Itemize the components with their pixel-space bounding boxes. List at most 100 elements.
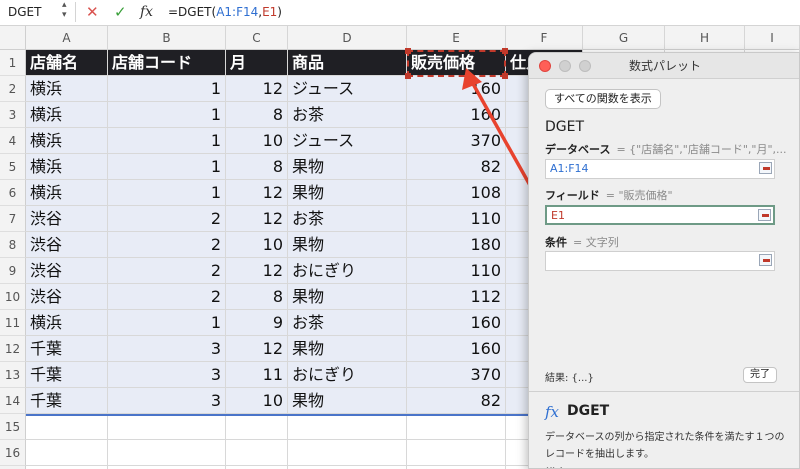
table-cell[interactable]: 82 [407,388,506,414]
table-cell[interactable]: 12 [226,180,288,206]
row-header-16[interactable]: 16 [0,440,26,466]
table-header-cell[interactable]: 販売価格 [407,50,506,76]
table-cell[interactable]: 2 [108,284,226,310]
table-cell[interactable]: 渋谷 [26,232,108,258]
show-all-functions-button[interactable]: すべての関数を表示 [545,89,661,109]
table-header-cell[interactable]: 店舗名 [26,50,108,76]
table-cell[interactable]: 横浜 [26,128,108,154]
done-button[interactable]: 完了 [743,367,777,383]
table-cell[interactable]: ジュース [288,128,407,154]
table-cell[interactable]: 1 [108,102,226,128]
row-header-15[interactable]: 15 [0,414,26,440]
row-header-4[interactable]: 4 [0,128,26,154]
table-cell[interactable]: 12 [226,336,288,362]
row-header-5[interactable]: 5 [0,154,26,180]
table-cell[interactable]: 180 [407,232,506,258]
table-cell[interactable]: 渋谷 [26,206,108,232]
table-cell[interactable]: 8 [226,102,288,128]
table-cell[interactable]: 8 [226,154,288,180]
table-cell[interactable]: 370 [407,362,506,388]
table-cell[interactable]: 果物 [288,284,407,310]
table-header-cell[interactable]: 店舗コード [108,50,226,76]
cell[interactable] [288,440,407,466]
cell[interactable] [407,440,506,466]
range-select-icon[interactable] [759,162,772,174]
table-cell[interactable]: 82 [407,154,506,180]
table-cell[interactable]: 1 [108,76,226,102]
field-field[interactable]: E1 [545,205,775,225]
row-header-9[interactable]: 9 [0,258,26,284]
cell[interactable] [108,440,226,466]
column-header-e[interactable]: E [407,26,506,50]
table-cell[interactable]: 果物 [288,388,407,414]
table-cell[interactable]: お茶 [288,310,407,336]
table-cell[interactable]: 果物 [288,154,407,180]
cell[interactable] [226,414,288,440]
column-header-b[interactable]: B [108,26,226,50]
table-cell[interactable]: 12 [226,76,288,102]
table-header-cell[interactable]: 月 [226,50,288,76]
row-header-3[interactable]: 3 [0,102,26,128]
table-cell[interactable]: 千葉 [26,388,108,414]
row-header-13[interactable]: 13 [0,362,26,388]
row-header-2[interactable]: 2 [0,76,26,102]
table-cell[interactable]: 横浜 [26,154,108,180]
table-cell[interactable]: 10 [226,388,288,414]
table-cell[interactable]: 10 [226,128,288,154]
table-cell[interactable]: 渋谷 [26,258,108,284]
table-cell[interactable]: おにぎり [288,362,407,388]
table-cell[interactable]: 果物 [288,180,407,206]
row-header-10[interactable]: 10 [0,284,26,310]
table-cell[interactable]: おにぎり [288,258,407,284]
range-select-icon[interactable] [758,209,771,221]
table-cell[interactable]: 横浜 [26,76,108,102]
cell[interactable] [226,440,288,466]
row-header-1[interactable]: 1 [0,50,26,76]
table-cell[interactable]: 2 [108,232,226,258]
select-all-corner[interactable] [0,26,26,50]
table-cell[interactable]: 1 [108,180,226,206]
cell[interactable] [288,414,407,440]
table-cell[interactable]: お茶 [288,102,407,128]
cell[interactable] [26,414,108,440]
table-cell[interactable]: 3 [108,336,226,362]
table-cell[interactable]: 11 [226,362,288,388]
table-cell[interactable]: 千葉 [26,336,108,362]
column-header-f[interactable]: F [506,26,583,50]
cell[interactable] [108,414,226,440]
function-fx-icon[interactable]: fx [140,3,153,21]
table-cell[interactable]: お茶 [288,206,407,232]
table-cell[interactable]: 160 [407,310,506,336]
table-cell[interactable]: 8 [226,284,288,310]
column-header-a[interactable]: A [26,26,108,50]
row-header-11[interactable]: 11 [0,310,26,336]
table-cell[interactable]: 110 [407,258,506,284]
table-cell[interactable]: 160 [407,336,506,362]
table-cell[interactable]: 2 [108,258,226,284]
table-cell[interactable]: 1 [108,154,226,180]
table-cell[interactable]: 1 [108,128,226,154]
cell[interactable] [26,440,108,466]
column-header-h[interactable]: H [665,26,745,50]
column-header-i[interactable]: I [745,26,800,50]
range-select-icon[interactable] [759,254,772,266]
column-header-c[interactable]: C [226,26,288,50]
table-cell[interactable]: 12 [226,258,288,284]
table-cell[interactable]: 370 [407,128,506,154]
table-cell[interactable]: 112 [407,284,506,310]
table-cell[interactable]: 9 [226,310,288,336]
formula-input[interactable]: =DGET(A1:F14,E1) [168,3,282,21]
table-cell[interactable]: 10 [226,232,288,258]
criteria-field[interactable] [545,251,775,271]
table-cell[interactable]: 160 [407,102,506,128]
table-cell[interactable]: 3 [108,362,226,388]
table-header-cell[interactable]: 商品 [288,50,407,76]
table-cell[interactable]: 果物 [288,336,407,362]
table-cell[interactable]: 横浜 [26,310,108,336]
row-header-12[interactable]: 12 [0,336,26,362]
cancel-icon[interactable]: ✕ [86,3,99,21]
database-field[interactable]: A1:F14 [545,159,775,179]
row-header-14[interactable]: 14 [0,388,26,414]
table-cell[interactable]: 108 [407,180,506,206]
table-cell[interactable]: 千葉 [26,362,108,388]
